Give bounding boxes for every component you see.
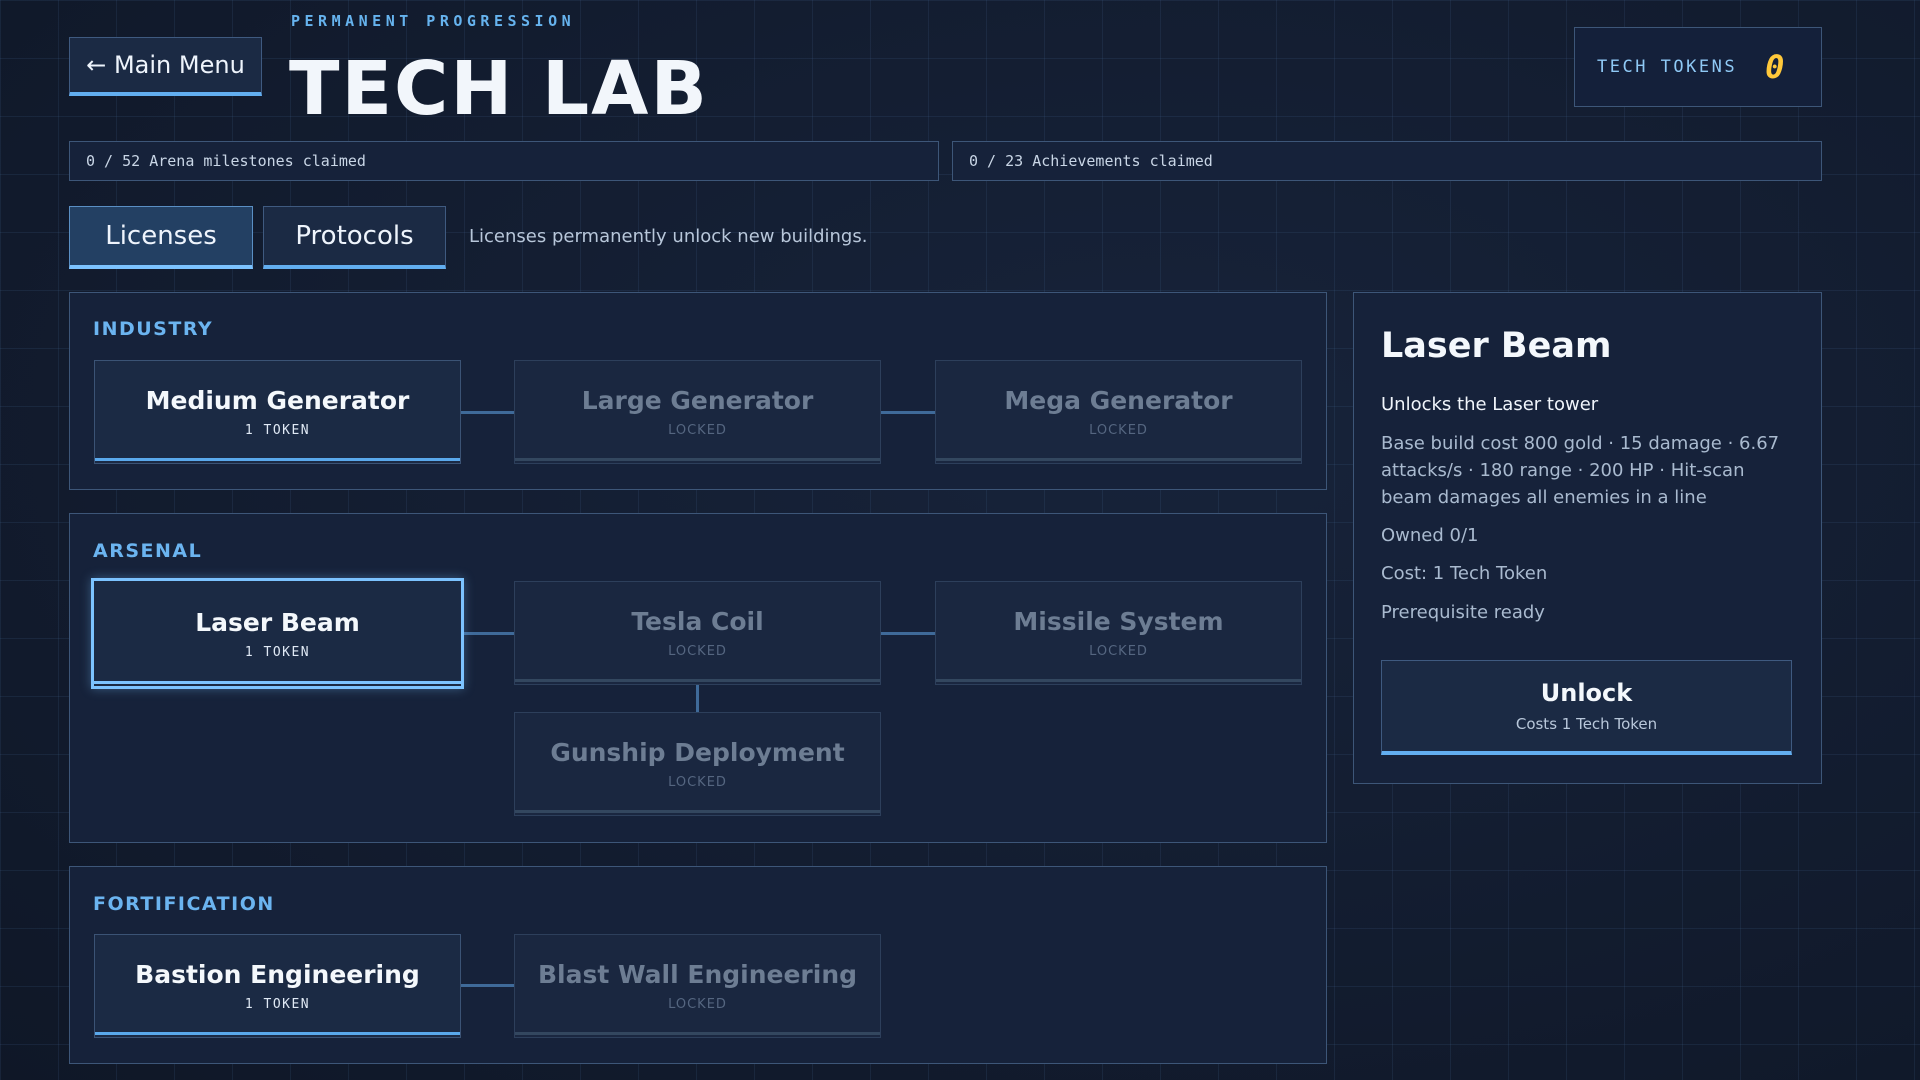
node-name: Mega Generator [1004, 386, 1233, 415]
section-industry-title: INDUSTRY [93, 318, 214, 340]
unlock-button-label: Unlock [1540, 679, 1633, 707]
detail-title: Laser Beam [1381, 326, 1612, 366]
achievements-progress: 0 / 23 Achievements claimed [952, 141, 1822, 181]
node-name: Medium Generator [145, 386, 410, 415]
node-name: Blast Wall Engineering [537, 960, 858, 989]
tech-tokens-value: 0 [1765, 48, 1785, 86]
main-menu-label: ← Main Menu [86, 51, 245, 79]
node-status: LOCKED [668, 644, 727, 659]
tree-connector [696, 685, 699, 712]
unlock-button[interactable]: Unlock Costs 1 Tech Token [1381, 660, 1792, 755]
node-status: LOCKED [668, 423, 727, 438]
node-name: Gunship Deployment [550, 738, 845, 767]
tab-licenses[interactable]: Licenses [69, 206, 253, 269]
node-status: 1 TOKEN [244, 644, 311, 660]
detail-subtitle: Unlocks the Laser tower [1381, 394, 1599, 415]
node-large-generator[interactable]: Large Generator LOCKED [514, 360, 881, 464]
page-eyebrow: PERMANENT PROGRESSION [291, 12, 576, 30]
tree-connector [461, 411, 514, 414]
tech-tokens-counter: TECH TOKENS 0 [1574, 27, 1822, 107]
tab-protocols[interactable]: Protocols [263, 206, 446, 269]
node-name: Tesla Coil [631, 607, 764, 636]
node-status: LOCKED [1089, 423, 1148, 438]
node-name: Bastion Engineering [135, 960, 420, 989]
node-status: LOCKED [668, 775, 727, 790]
tree-connector [881, 632, 935, 635]
tech-tokens-label: TECH TOKENS [1597, 57, 1738, 77]
node-name: Laser Beam [195, 607, 360, 637]
tab-licenses-label: Licenses [105, 221, 217, 251]
detail-description: Base build cost 800 gold · 15 damage · 6… [1381, 433, 1780, 508]
section-fortification-title: FORTIFICATION [93, 893, 275, 915]
node-laser-beam[interactable]: Laser Beam 1 TOKEN [91, 578, 464, 689]
node-mega-generator[interactable]: Mega Generator LOCKED [935, 360, 1302, 464]
node-tesla-coil[interactable]: Tesla Coil LOCKED [514, 581, 881, 685]
main-menu-button[interactable]: ← Main Menu [69, 37, 262, 96]
tab-protocols-label: Protocols [295, 221, 414, 251]
tree-connector [461, 984, 514, 987]
node-bastion-engineering[interactable]: Bastion Engineering 1 TOKEN [94, 934, 461, 1038]
tree-connector [463, 632, 514, 635]
node-status: 1 TOKEN [244, 423, 311, 438]
detail-prerequisite: Prerequisite ready [1381, 602, 1545, 623]
milestones-progress: 0 / 52 Arena milestones claimed [69, 141, 939, 181]
node-name: Large Generator [581, 386, 814, 415]
node-status: LOCKED [668, 997, 727, 1012]
node-status: LOCKED [1089, 644, 1148, 659]
node-gunship-deployment[interactable]: Gunship Deployment LOCKED [514, 712, 881, 816]
node-status: 1 TOKEN [244, 997, 311, 1012]
section-arsenal-title: ARSENAL [93, 540, 203, 562]
unlock-button-cost: Costs 1 Tech Token [1515, 715, 1658, 733]
node-missile-system[interactable]: Missile System LOCKED [935, 581, 1302, 685]
tree-connector [881, 411, 935, 414]
detail-cost: Cost: 1 Tech Token [1381, 563, 1548, 584]
page-title: TECH LAB [289, 46, 709, 132]
detail-owned: Owned 0/1 [1381, 525, 1479, 546]
tab-hint: Licenses permanently unlock new building… [469, 226, 868, 247]
node-blast-wall-engineering[interactable]: Blast Wall Engineering LOCKED [514, 934, 881, 1038]
node-medium-generator[interactable]: Medium Generator 1 TOKEN [94, 360, 461, 464]
node-name: Missile System [1013, 607, 1224, 636]
